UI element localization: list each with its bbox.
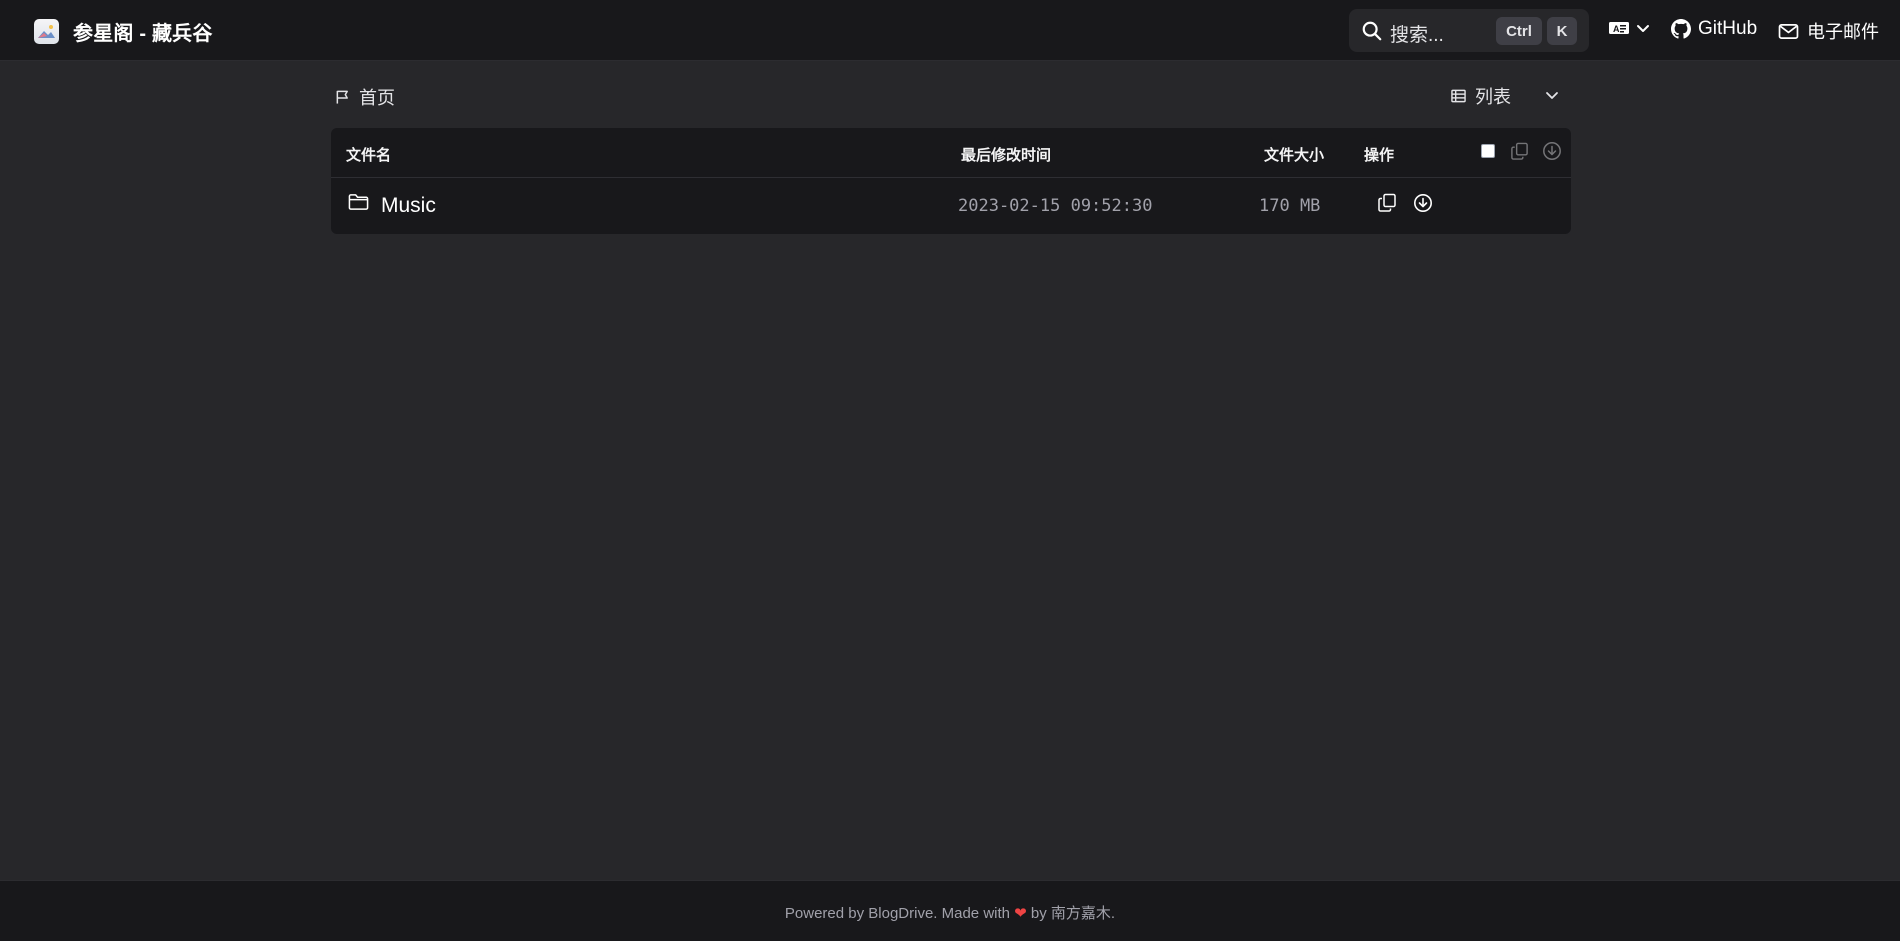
shortcut-ctrl-key: Ctrl bbox=[1496, 17, 1542, 45]
breadcrumb[interactable]: 首页 bbox=[335, 84, 395, 110]
file-size: 170 MB bbox=[1259, 196, 1321, 216]
file-table: 文件名 最后修改时间 文件大小 操作 Music 2023-02-15 09:5… bbox=[331, 128, 1571, 234]
list-view-icon bbox=[1451, 89, 1466, 103]
file-modified-time: 2023-02-15 09:52:30 bbox=[958, 196, 1153, 216]
column-header-size[interactable]: 文件大小 bbox=[1264, 144, 1324, 165]
email-link[interactable]: 电子邮件 bbox=[1778, 18, 1879, 44]
table-row[interactable]: Music 2023-02-15 09:52:30 170 MB bbox=[331, 179, 1571, 234]
download-all-icon[interactable] bbox=[1542, 141, 1562, 161]
file-name[interactable]: Music bbox=[381, 194, 436, 218]
site-brand[interactable]: 参星阁 - 藏兵谷 bbox=[34, 18, 213, 45]
language-switcher[interactable]: A bbox=[1608, 20, 1650, 36]
column-header-modified[interactable]: 最后修改时间 bbox=[961, 144, 1051, 165]
github-label: GitHub bbox=[1698, 18, 1758, 39]
column-header-actions: 操作 bbox=[1364, 147, 1395, 164]
table-header: 文件名 最后修改时间 文件大小 操作 bbox=[331, 128, 1571, 178]
footer-prefix: Powered by BlogDrive. Made with bbox=[784, 905, 1015, 922]
language-icon: A bbox=[1609, 22, 1629, 34]
search-box[interactable]: 搜索... Ctrl K bbox=[1349, 9, 1589, 52]
flag-icon bbox=[336, 90, 348, 104]
view-switcher[interactable]: 列表 bbox=[1451, 83, 1558, 109]
footer-text: Powered by BlogDrive. Made with ❤ by 南方嘉… bbox=[0, 902, 1900, 923]
site-title: 参星阁 - 藏兵谷 bbox=[73, 22, 213, 45]
heart-icon: ❤ bbox=[1014, 905, 1027, 922]
search-placeholder: 搜索... bbox=[1390, 25, 1444, 46]
view-label: 列表 bbox=[1475, 87, 1511, 107]
select-all-checkbox[interactable] bbox=[1481, 144, 1495, 158]
folder-icon bbox=[348, 194, 369, 210]
github-icon bbox=[1671, 19, 1691, 39]
footer-suffix: by 南方嘉木. bbox=[1026, 905, 1116, 922]
github-link[interactable]: GitHub bbox=[1671, 18, 1757, 40]
column-header-name[interactable]: 文件名 bbox=[346, 144, 391, 165]
copy-link-icon[interactable] bbox=[1377, 192, 1397, 213]
image-logo-icon bbox=[34, 18, 59, 44]
email-label: 电子邮件 bbox=[1807, 22, 1879, 42]
breadcrumb-home[interactable]: 首页 bbox=[359, 84, 395, 110]
page-footer: Powered by BlogDrive. Made with ❤ by 南方嘉… bbox=[0, 880, 1900, 941]
search-icon bbox=[1362, 21, 1382, 41]
chevron-down-icon bbox=[1637, 25, 1649, 32]
top-navbar: 参星阁 - 藏兵谷 搜索... Ctrl K A GitHub 电子邮件 bbox=[0, 0, 1900, 61]
mail-icon bbox=[1778, 23, 1799, 39]
svg-text:A: A bbox=[1613, 24, 1620, 34]
copy-all-icon[interactable] bbox=[1510, 141, 1529, 161]
shortcut-k-key: K bbox=[1547, 17, 1577, 45]
download-icon[interactable] bbox=[1413, 193, 1433, 213]
chevron-down-icon bbox=[1546, 92, 1558, 99]
